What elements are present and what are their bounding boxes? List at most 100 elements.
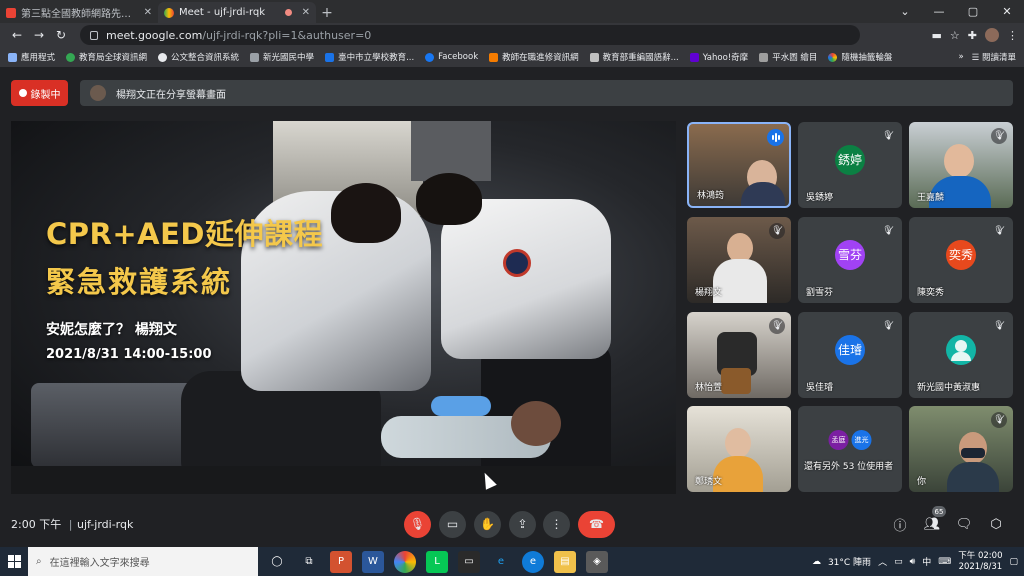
uniform-patch-icon (503, 249, 531, 277)
mic-off-icon: 🎙︎̸ (882, 226, 894, 236)
browser-tab-gmail[interactable]: 第三點全國教師網路先行暨停課不停學 ✕ (0, 2, 158, 23)
globe-icon (158, 52, 168, 62)
close-tab-icon[interactable]: ✕ (144, 7, 152, 18)
mic-off-icon: 🎙︎̸ (769, 223, 785, 239)
line-icon[interactable]: L (426, 550, 448, 573)
participant-name: 你 (917, 477, 927, 487)
rescuer-head (331, 183, 401, 243)
self-tile[interactable]: 🎙︎̸ 你 (909, 406, 1013, 492)
start-button[interactable] (0, 547, 28, 576)
more-options-button[interactable]: ⋮ (543, 510, 570, 538)
close-tab-icon[interactable]: ✕ (302, 7, 310, 18)
participant-tile[interactable]: 🎙︎̸ 奕秀 陳奕秀 (909, 217, 1013, 303)
bookmark[interactable]: 公文整合資訊系統 (158, 51, 239, 63)
bookmark[interactable]: Yahoo!奇摩 (689, 51, 748, 63)
hand-icon: ✋ (480, 517, 495, 531)
participant-tile[interactable]: 🎙︎̸ 新光國中黃淑惠 (909, 312, 1013, 398)
mic-toggle-button[interactable]: 🎙︎ (404, 510, 431, 538)
participant-tile[interactable]: 🎙︎̸ 王嘉麟 (909, 122, 1013, 208)
ime-indicator[interactable]: 中 (922, 555, 931, 568)
bookmark[interactable]: 教師在職進修資訊網 (489, 51, 579, 63)
more-bookmarks-button[interactable]: » (958, 52, 963, 62)
chrome-icon[interactable] (394, 550, 416, 573)
present-button[interactable]: ⇪ (509, 510, 536, 538)
others-tile[interactable]: 孟庭 進光 還有另外 53 位使用者 (798, 406, 902, 492)
people-button[interactable]: 👥︎ (922, 514, 942, 534)
app-icon[interactable]: ◈ (586, 550, 608, 573)
participant-tile[interactable]: 🎙︎̸ 林怡萱 (687, 312, 791, 398)
forward-arrow-icon[interactable]: → (28, 28, 50, 42)
chevron-up-icon[interactable]: ︿ (878, 555, 887, 568)
profile-avatar[interactable] (985, 28, 999, 42)
powerpoint-icon[interactable]: P (330, 550, 352, 573)
camera-toggle-button[interactable]: ▭ (439, 510, 466, 538)
reading-list-button[interactable]: ☰ 閱讀清單 (972, 51, 1016, 63)
bookmark[interactable]: 教育部重編國語辭... (589, 51, 679, 63)
address-bar[interactable]: meet.google.com/ujf-jrdi-rqk?pli=1&authu… (80, 25, 860, 45)
volume-icon[interactable]: 🔊︎ (910, 557, 916, 567)
raise-hand-button[interactable]: ✋ (474, 510, 501, 538)
bookmark[interactable]: 臺中市立學校教育... (325, 51, 414, 63)
taskbar-search[interactable]: ⌕ 在這裡輸入文字來搜尋 (28, 547, 258, 576)
bookmark[interactable]: 教育局全球資訊網 (66, 51, 147, 63)
weather-text[interactable]: 31°C 陣雨 (828, 555, 871, 568)
participant-name: 吳銹婷 (806, 193, 834, 203)
participant-tile[interactable]: 🎙︎̸ 雪芬 劉雪芬 (798, 217, 902, 303)
toolbar-actions: ▬ ☆ ✚ ⋮ (932, 28, 1018, 42)
cortana-icon[interactable]: ◯ (266, 551, 288, 573)
keyboard-icon[interactable]: ⌨ (938, 557, 951, 567)
meeting-info-button[interactable]: ⓘ (890, 514, 910, 534)
new-tab-button[interactable]: + (316, 2, 338, 23)
menu-icon[interactable]: ⋮ (1007, 29, 1018, 42)
participant-name: 楊翔文 (695, 288, 723, 298)
notifications-icon[interactable]: ▢ (1009, 557, 1018, 567)
participant-avatar: 孟庭 (828, 430, 849, 451)
terminal-icon[interactable]: ▭ (458, 550, 480, 573)
file-explorer-icon[interactable]: ▤ (554, 550, 576, 573)
bookmark[interactable]: Facebook (425, 52, 478, 62)
close-window-button[interactable]: ✕ (990, 5, 1024, 18)
bookmark[interactable]: 隨機抽籤輪盤 (828, 51, 892, 63)
back-arrow-icon[interactable]: ← (6, 28, 28, 42)
star-icon[interactable]: ☆ (950, 29, 960, 42)
dictionary-icon (589, 52, 599, 62)
bookmark-apps[interactable]: 應用程式 (8, 51, 55, 63)
mic-off-icon: 🎙︎ (409, 517, 426, 531)
page-icon (759, 52, 769, 62)
chevron-down-icon[interactable]: ⌄ (888, 5, 922, 18)
reload-icon[interactable]: ↻ (50, 28, 72, 42)
task-view-icon[interactable]: ⧉ (298, 551, 320, 573)
participant-body (741, 182, 785, 206)
chat-button[interactable]: 🗨︎ (954, 514, 974, 534)
activities-button[interactable]: ⬡ (986, 514, 1006, 534)
participant-tile[interactable]: 🎙︎̸ 銹婷 吳銹婷 (798, 122, 902, 208)
recording-badge[interactable]: 錄製中 (11, 80, 68, 106)
people-icon: 👥︎ (923, 516, 941, 532)
minimize-button[interactable]: — (922, 5, 956, 18)
participant-tile[interactable]: 🎙︎̸ 楊翔文 (687, 217, 791, 303)
participant-tile[interactable]: 林鴻筠 (687, 122, 791, 208)
maximize-button[interactable]: ▢ (956, 5, 990, 18)
system-tray: ☁ 31°C 陣雨 ︿ ▭ 🔊︎ 中 ⌨ 下午 02:00 2021/8/31 … (812, 551, 1024, 573)
bookmark[interactable]: 平水圖 繪目 (759, 51, 817, 63)
mic-off-icon: 🎙︎̸ (991, 128, 1007, 144)
bookmark[interactable]: 新光國民中學 (250, 51, 314, 63)
internet-explorer-icon[interactable]: e (490, 551, 512, 573)
edge-icon[interactable]: e (522, 550, 544, 573)
people-count-badge: 65 (932, 506, 946, 517)
word-icon[interactable]: W (362, 550, 384, 573)
taskbar-clock[interactable]: 下午 02:00 2021/8/31 (958, 551, 1002, 573)
reading-list-icon: ☰ (971, 53, 982, 63)
participant-tile[interactable]: 🎙︎̸ 佳璿 吳佳璿 (798, 312, 902, 398)
participant-avatar: 佳璿 (835, 334, 865, 365)
participant-tile[interactable]: 鄭琇文 (687, 406, 791, 492)
leave-call-button[interactable]: ☎ (578, 510, 615, 538)
yahoo-icon (689, 52, 699, 62)
browser-tab-meet[interactable]: Meet - ujf-jrdi-rqk ✕ (158, 2, 316, 23)
network-icon[interactable]: ▭ (894, 557, 903, 567)
window-controls: ⌄ — ▢ ✕ (888, 0, 1024, 23)
camera-icon[interactable]: ▬ (932, 29, 942, 42)
extensions-icon[interactable]: ✚ (968, 29, 977, 42)
record-dot-icon (18, 89, 27, 97)
meeting-time: 2:00 下午 | (11, 518, 73, 531)
